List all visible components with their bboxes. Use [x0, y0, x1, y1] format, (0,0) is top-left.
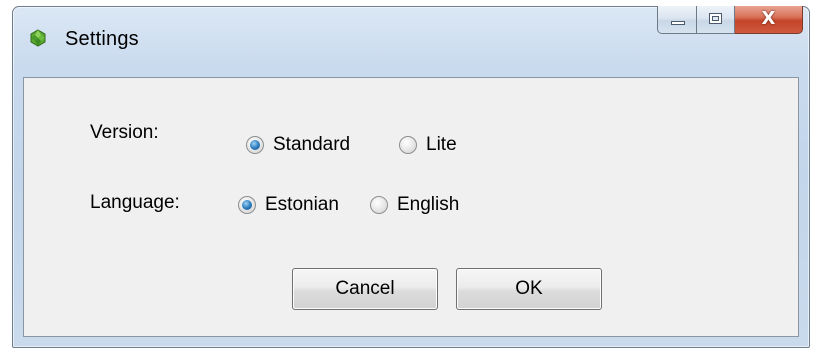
settings-dialog: Settings X Version: Standard Lite Langua…	[12, 6, 810, 348]
minimize-button[interactable]	[657, 6, 697, 34]
radio-label: English	[397, 194, 460, 215]
maximize-icon	[709, 13, 722, 24]
radio-button-checked[interactable]	[238, 196, 256, 214]
window-title: Settings	[65, 28, 139, 50]
radio-version-lite[interactable]: Lite	[399, 134, 457, 156]
language-label: Language:	[90, 192, 180, 213]
minimize-icon	[671, 21, 685, 25]
cancel-button[interactable]: Cancel	[292, 268, 438, 310]
close-icon: X	[761, 8, 776, 29]
radio-language-estonian[interactable]: Estonian	[238, 194, 339, 216]
radio-language-english[interactable]: English	[370, 194, 459, 216]
ok-button[interactable]: OK	[456, 268, 602, 310]
radio-button-checked[interactable]	[246, 136, 264, 154]
radio-label: Estonian	[265, 194, 339, 215]
maximize-button[interactable]	[697, 6, 735, 34]
title-bar[interactable]: Settings X	[13, 6, 809, 73]
radio-label: Lite	[426, 134, 457, 155]
green-gem-icon	[30, 29, 46, 47]
radio-button-unchecked[interactable]	[399, 136, 417, 154]
dialog-body: Version: Standard Lite Language: Estonia…	[23, 77, 799, 337]
caption-buttons: X	[657, 6, 803, 36]
radio-button-unchecked[interactable]	[370, 196, 388, 214]
radio-version-standard[interactable]: Standard	[246, 134, 350, 156]
version-label: Version:	[90, 122, 159, 143]
radio-label: Standard	[273, 134, 351, 155]
close-button[interactable]: X	[735, 6, 803, 34]
